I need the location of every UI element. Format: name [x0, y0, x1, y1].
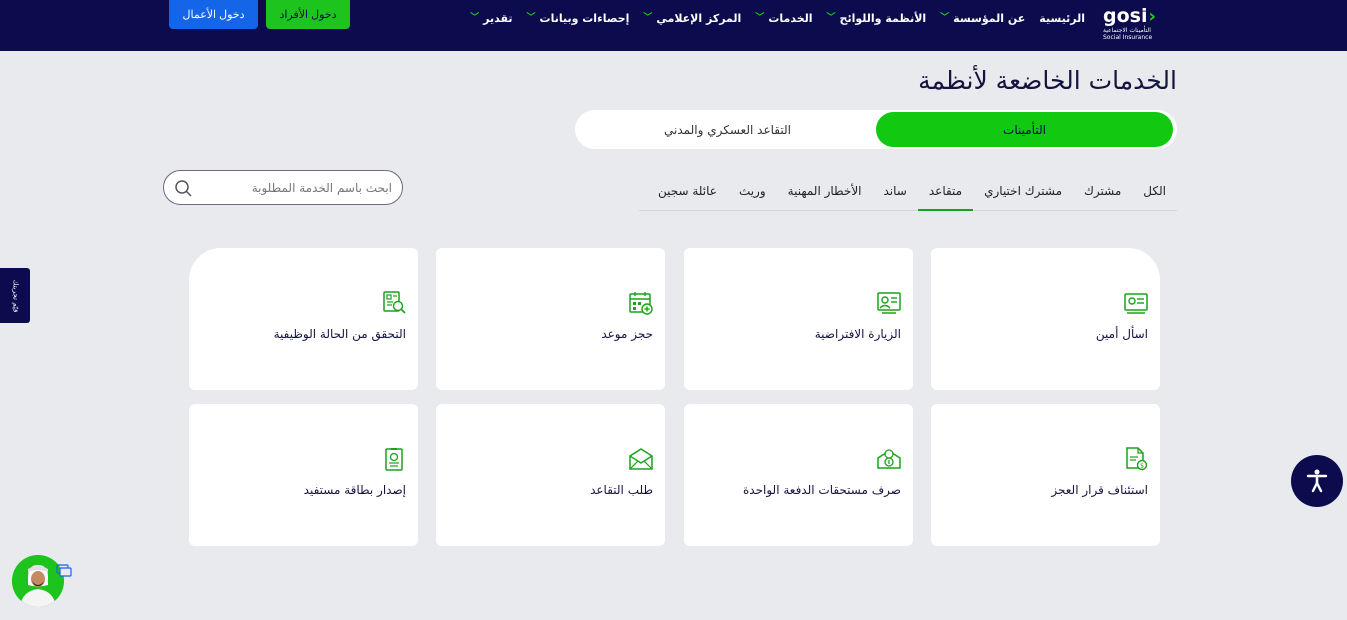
tab-optional-subscriber[interactable]: مشترك اختياري	[973, 172, 1073, 210]
feedback-side-tab[interactable]: قيّم تجربتك	[0, 268, 30, 323]
document-search-icon	[383, 291, 406, 314]
chat-assistant-avatar[interactable]	[12, 555, 64, 607]
main-nav: الرئيسية عن المؤسسة ﹀ الأنظمة واللوائح ﹀ ا…	[470, 9, 1085, 27]
card-label: حجز موعد	[601, 327, 653, 341]
chevron-down-icon: ﹀	[940, 12, 950, 23]
segment-military-civil-retirement[interactable]: التقاعد العسكري والمدني	[579, 112, 876, 147]
logo-chevron-icon: ›	[1148, 6, 1156, 27]
search-input[interactable]	[196, 177, 392, 199]
virtual-visit-icon	[877, 292, 901, 314]
payment-icon	[877, 449, 901, 469]
calendar-icon	[629, 292, 653, 315]
tab-retiree[interactable]: متقاعد	[917, 172, 974, 211]
service-card-retirement-request[interactable]: طلب التقاعد	[436, 404, 665, 546]
logo-word: gosi	[1103, 5, 1148, 27]
nav-item-home[interactable]: الرئيسية	[1039, 12, 1085, 25]
business-login-button[interactable]: دخول الأعمال	[169, 0, 258, 29]
service-search	[163, 170, 403, 205]
document-appeal-icon: $	[1126, 447, 1148, 471]
chevron-down-icon: ﹀	[470, 12, 480, 23]
id-card-icon	[385, 448, 403, 471]
card-label: طلب التقاعد	[590, 483, 653, 497]
assistant-avatar-icon	[12, 555, 64, 607]
service-card-verify-employment[interactable]: التحقق من الحالة الوظيفية	[189, 248, 418, 390]
nav-item-statistics[interactable]: إحصاءات وبيانات ﹀	[527, 12, 630, 25]
card-label: الزيارة الافتراضية	[814, 327, 901, 341]
category-tabs: الكل مشترك مشترك اختياري متقاعد ساند الأ…	[639, 172, 1177, 211]
segment-insurance[interactable]: التأمينات	[876, 112, 1173, 147]
chevron-down-icon: ﹀	[755, 12, 765, 23]
card-label: إصدار بطاقة مستفيد	[303, 483, 406, 497]
nav-item-services[interactable]: الخدمات ﹀	[755, 12, 812, 25]
chevron-down-icon: ﹀	[643, 12, 653, 23]
chat-screen-icon	[1124, 293, 1148, 314]
service-card-beneficiary-card[interactable]: إصدار بطاقة مستفيد	[189, 404, 418, 546]
tab-occupational-hazards[interactable]: الأخطار المهنية	[777, 172, 873, 210]
card-label: التحقق من الحالة الوظيفية	[273, 327, 406, 341]
gosi-logo[interactable]: gosi› التأمينات الاجتماعية Social Insura…	[1103, 5, 1163, 47]
logo-subtitle-en: Social Insurance	[1103, 34, 1153, 41]
accessibility-icon	[1306, 469, 1328, 493]
service-card-lump-sum-payment[interactable]: صرف مستحقات الدفعة الواحدة	[684, 404, 913, 546]
svg-text:$: $	[1140, 463, 1144, 470]
card-label: اسأل أمين	[1095, 327, 1148, 341]
search-icon[interactable]	[174, 179, 192, 197]
tab-all[interactable]: الكل	[1132, 172, 1177, 210]
service-card-virtual-visit[interactable]: الزيارة الافتراضية	[684, 248, 913, 390]
top-navigation-bar: gosi› التأمينات الاجتماعية Social Insura…	[0, 0, 1347, 51]
nav-item-media-center[interactable]: المركز الإعلامي ﹀	[643, 12, 741, 25]
nav-item-regulations[interactable]: الأنظمة واللوائح ﹀	[827, 12, 927, 25]
tab-prisoner-family[interactable]: عائلة سجين	[647, 172, 728, 210]
chevron-down-icon: ﹀	[826, 12, 836, 23]
chevron-down-icon: ﹀	[526, 12, 536, 23]
accessibility-button[interactable]	[1291, 455, 1343, 507]
individuals-login-button[interactable]: دخول الأفراد	[266, 0, 350, 29]
nav-item-about[interactable]: عن المؤسسة ﹀	[940, 12, 1025, 25]
service-card-disability-appeal[interactable]: $ استئناف قرار العجز	[931, 404, 1160, 546]
tab-subscriber[interactable]: مشترك	[1073, 172, 1132, 210]
service-card-book-appointment[interactable]: حجز موعد	[436, 248, 665, 390]
page-title: الخدمات الخاضعة لأنظمة	[918, 66, 1177, 95]
envelope-icon	[629, 448, 653, 470]
chat-bubble-icon[interactable]	[56, 564, 72, 578]
service-card-ask-ameen[interactable]: اسأل أمين	[931, 248, 1160, 390]
card-label: صرف مستحقات الدفعة الواحدة	[743, 483, 901, 497]
insurance-type-toggle: التأمينات التقاعد العسكري والمدني	[575, 110, 1177, 149]
logo-subtitle-ar: التأمينات الاجتماعية	[1103, 27, 1151, 34]
tab-heir[interactable]: وريث	[728, 172, 777, 210]
tab-saned[interactable]: ساند	[873, 172, 918, 210]
nav-item-appreciation[interactable]: تقدير ﹀	[470, 12, 512, 25]
card-label: استئناف قرار العجز	[1051, 483, 1148, 497]
